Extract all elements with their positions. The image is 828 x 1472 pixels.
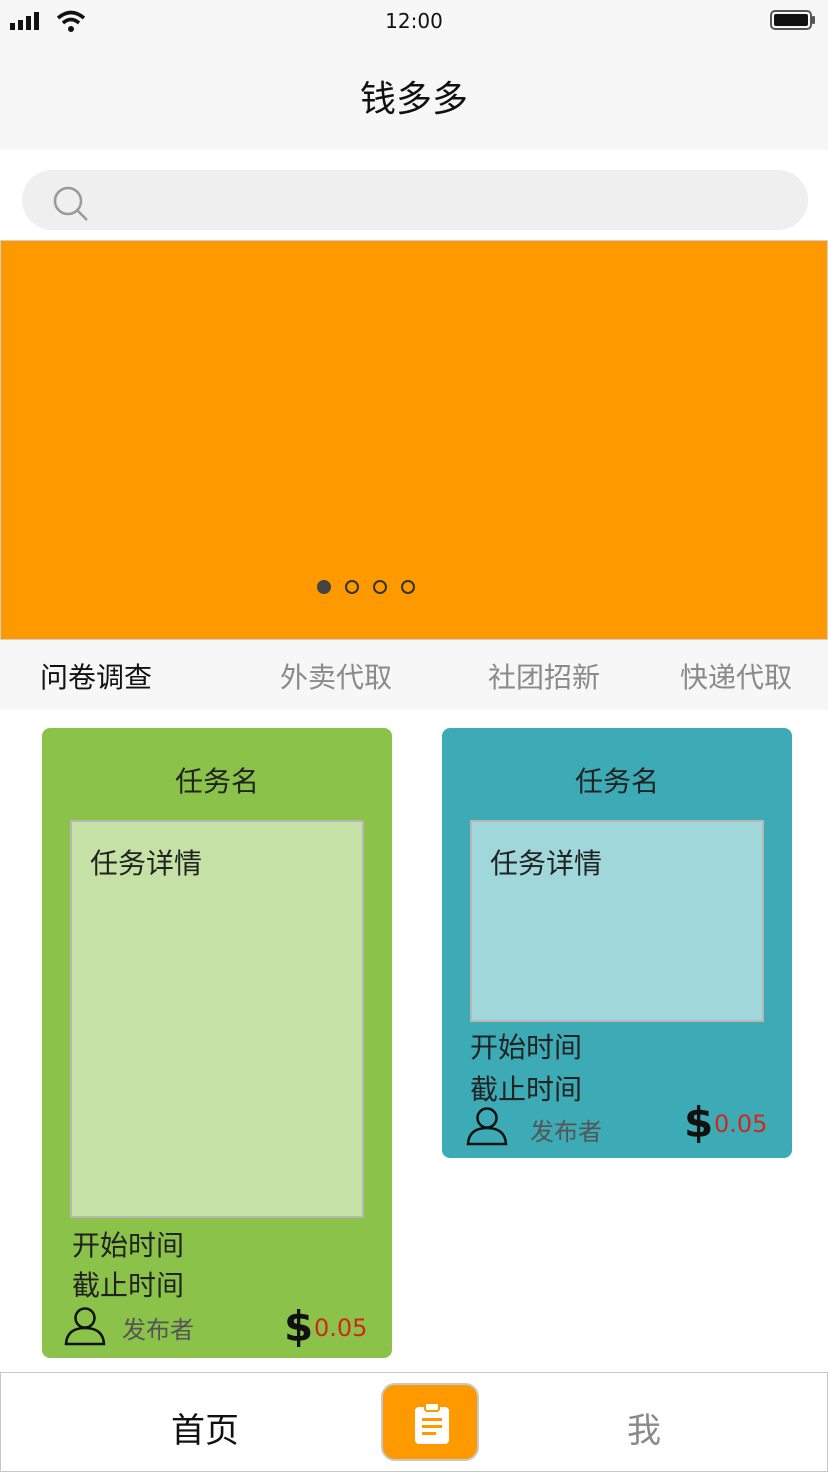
search-bar[interactable] xyxy=(22,170,808,232)
clipboard-icon xyxy=(415,1403,449,1444)
carousel-dot-4[interactable] xyxy=(401,580,415,594)
tab-home[interactable]: 首页 xyxy=(171,1403,239,1452)
battery-icon xyxy=(770,10,815,30)
carousel-indicators xyxy=(317,580,415,594)
task-title: 任务名 xyxy=(574,765,659,798)
task-detail: 任务详情 xyxy=(490,847,603,880)
category-tabs: 问卷调查 外卖代取 社团招新 快递代取 xyxy=(0,640,828,710)
dollar-icon: $ xyxy=(684,1098,714,1147)
task-title: 任务名 xyxy=(174,765,259,798)
task-start-time: 开始时间 xyxy=(72,1229,185,1262)
status-time: 12:00 xyxy=(385,9,443,33)
tab-express[interactable]: 快递代取 xyxy=(680,656,792,696)
task-detail-box: 任务详情 xyxy=(470,820,764,1022)
nav-bar: 钱多多 xyxy=(0,40,828,150)
task-detail: 任务详情 xyxy=(90,847,203,880)
carousel-dot-3[interactable] xyxy=(373,580,387,594)
tab-club[interactable]: 社团招新 xyxy=(488,656,600,696)
task-detail-box: 任务详情 xyxy=(70,820,364,1218)
task-start-time: 开始时间 xyxy=(470,1031,583,1064)
page-title: 钱多多 xyxy=(359,79,468,120)
task-end-time: 截止时间 xyxy=(72,1269,185,1302)
dollar-icon: $ xyxy=(284,1302,314,1351)
tab-me[interactable]: 我 xyxy=(627,1403,661,1452)
task-card[interactable]: 任务名 任务详情 开始时间 截止时间 发布者 $ 0.05 xyxy=(442,728,792,1158)
user-icon xyxy=(64,1307,106,1346)
banner-carousel[interactable] xyxy=(0,240,828,640)
task-publisher: 发布者 xyxy=(530,1118,602,1146)
carousel-dot-1[interactable] xyxy=(317,580,331,594)
user-icon xyxy=(466,1107,508,1146)
carousel-dot-2[interactable] xyxy=(345,580,359,594)
task-price: 0.05 xyxy=(314,1314,368,1342)
task-end-time: 截止时间 xyxy=(470,1073,583,1106)
task-publisher: 发布者 xyxy=(122,1316,194,1344)
tab-survey[interactable]: 问卷调查 xyxy=(40,656,152,696)
status-bar: 12:00 xyxy=(0,0,828,40)
bottom-tab-bar: 首页 我 xyxy=(0,1372,828,1472)
task-price: 0.05 xyxy=(714,1110,768,1138)
tab-takeout[interactable]: 外卖代取 xyxy=(280,656,392,696)
search-input[interactable] xyxy=(102,170,786,232)
task-card[interactable]: 任务名 任务详情 开始时间 截止时间 发布者 $ 0.05 xyxy=(42,728,392,1358)
search-icon xyxy=(53,186,88,221)
center-action-button[interactable] xyxy=(381,1383,479,1461)
